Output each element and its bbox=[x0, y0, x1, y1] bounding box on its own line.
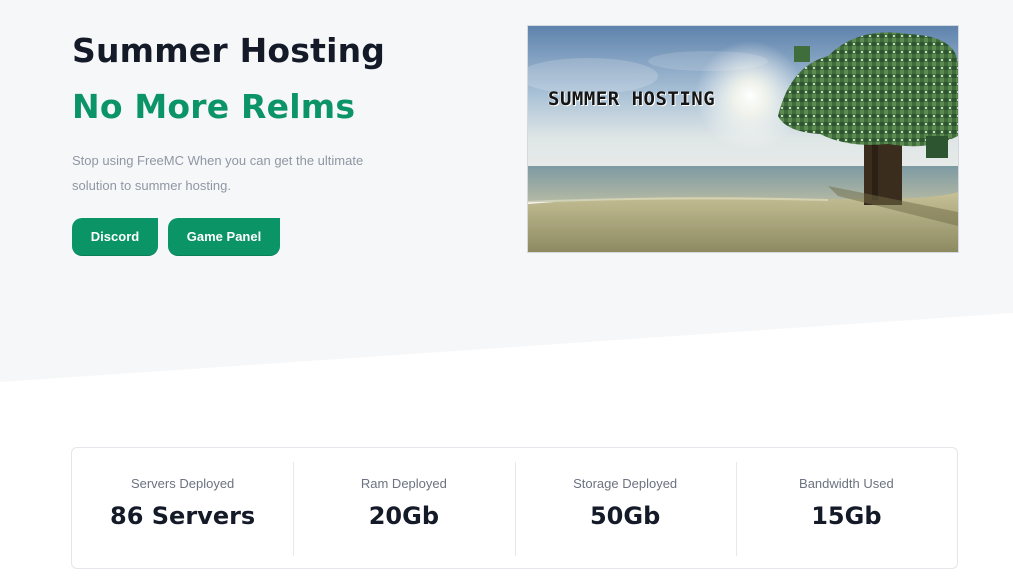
stat-ram: Ram Deployed 20Gb bbox=[293, 448, 514, 568]
banner-title: SUMMER HOSTING bbox=[548, 88, 716, 110]
beach-scene-illustration bbox=[528, 26, 958, 252]
stats-panel: Servers Deployed 86 Servers Ram Deployed… bbox=[71, 447, 958, 569]
discord-button[interactable]: Discord bbox=[72, 218, 158, 256]
page: Summer Hosting No More Relms Stop using … bbox=[0, 0, 1013, 579]
hero-buttons: Discord Game Panel bbox=[72, 218, 492, 256]
stat-value: 20Gb bbox=[368, 502, 440, 530]
stat-value: 15Gb bbox=[811, 502, 882, 530]
stat-storage: Storage Deployed 50Gb bbox=[514, 448, 736, 568]
hero-title: Summer Hosting bbox=[72, 31, 386, 70]
stat-value: 50Gb bbox=[589, 502, 661, 530]
stat-label: Servers Deployed bbox=[130, 476, 235, 491]
hero-description: Stop using FreeMC When you can get the u… bbox=[72, 153, 364, 193]
game-panel-button[interactable]: Game Panel bbox=[168, 218, 280, 256]
hero-subtitle: No More Relms bbox=[72, 87, 356, 126]
stat-label: Storage Deployed bbox=[573, 476, 678, 491]
stat-value: 86 Servers bbox=[110, 502, 256, 530]
stat-servers: Servers Deployed 86 Servers bbox=[72, 448, 293, 568]
hero-banner-image: SUMMER HOSTING bbox=[527, 25, 959, 253]
stat-label: Ram Deployed bbox=[360, 476, 447, 491]
stat-label: Bandwidth Used bbox=[799, 476, 894, 491]
stat-bandwidth: Bandwidth Used 15Gb bbox=[735, 448, 957, 568]
hero-text: Summer Hosting No More Relms Stop using … bbox=[72, 28, 492, 256]
